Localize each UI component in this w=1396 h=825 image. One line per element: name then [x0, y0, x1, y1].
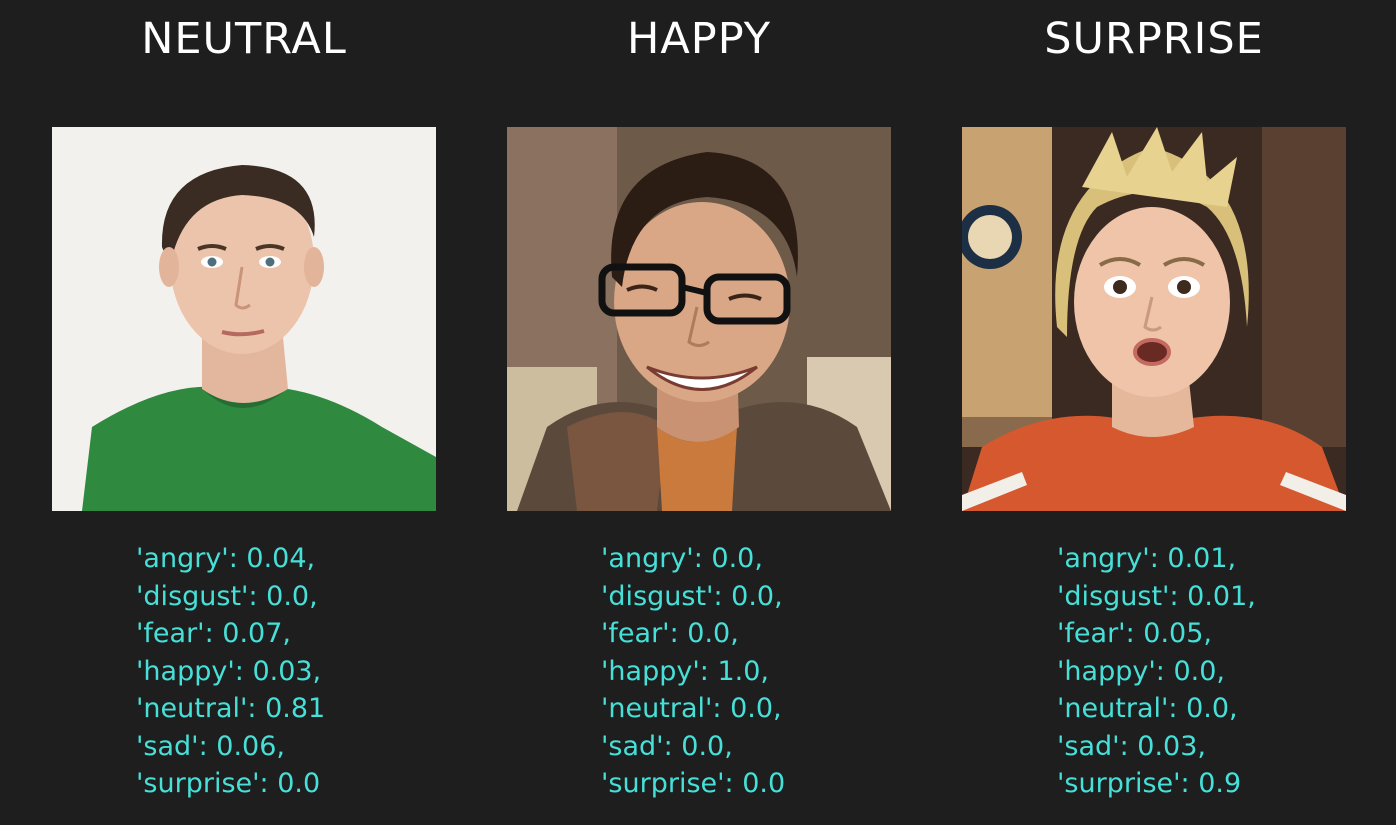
- score-sad: 'sad': 0.0,: [601, 730, 733, 762]
- score-neutral: 'neutral': 0.0,: [601, 693, 782, 724]
- score-angry: 'angry': 0.04,: [136, 543, 316, 574]
- score-fear: 'fear': 0.0,: [601, 618, 739, 649]
- score-surprise: 'surprise': 0.9: [1057, 768, 1242, 799]
- score-happy: 'happy': 1.0,: [601, 655, 769, 687]
- score-disgust: 'disgust': 0.0,: [601, 580, 783, 612]
- portrait-photo: [507, 127, 891, 511]
- score-sad: 'sad': 0.06,: [136, 730, 285, 762]
- emotion-panel-surprise: SURPRISE 'angry': 0.01, 'disgust': 0.01,…: [962, 0, 1346, 825]
- score-disgust: 'disgust': 0.0,: [136, 580, 318, 612]
- score-surprise: 'surprise': 0.0: [136, 768, 321, 799]
- emotion-scores-list: 'angry': 0.04, 'disgust': 0.0, 'fear': 0…: [136, 540, 325, 803]
- portrait-photo: [52, 127, 436, 511]
- emotion-scores-list: 'angry': 0.01, 'disgust': 0.01, 'fear': …: [1057, 540, 1256, 803]
- emotion-scores-list: 'angry': 0.0, 'disgust': 0.0, 'fear': 0.…: [601, 540, 785, 803]
- emotion-title: NEUTRAL: [141, 14, 347, 64]
- score-neutral: 'neutral': 0.0,: [1057, 693, 1238, 724]
- emotion-panel-happy: HAPPY 'angry': 0.0, 'disgust': 0.0, 'fea…: [507, 0, 891, 825]
- emotion-panel-neutral: NEUTRAL 'angry': 0.04, 'disgust': 0.0, '…: [52, 0, 436, 825]
- emotion-title: SURPRISE: [1044, 14, 1264, 64]
- score-sad: 'sad': 0.03,: [1057, 730, 1206, 762]
- score-surprise: 'surprise': 0.0: [601, 768, 786, 799]
- score-neutral: 'neutral': 0.81: [136, 693, 326, 724]
- score-fear: 'fear': 0.05,: [1057, 618, 1212, 649]
- score-angry: 'angry': 0.0,: [601, 543, 763, 574]
- score-fear: 'fear': 0.07,: [136, 618, 291, 649]
- score-disgust: 'disgust': 0.01,: [1057, 580, 1256, 612]
- score-happy: 'happy': 0.0,: [1057, 655, 1225, 687]
- emotion-title: HAPPY: [627, 14, 771, 64]
- score-angry: 'angry': 0.01,: [1057, 543, 1237, 574]
- portrait-photo: [962, 127, 1346, 511]
- score-happy: 'happy': 0.03,: [136, 655, 322, 687]
